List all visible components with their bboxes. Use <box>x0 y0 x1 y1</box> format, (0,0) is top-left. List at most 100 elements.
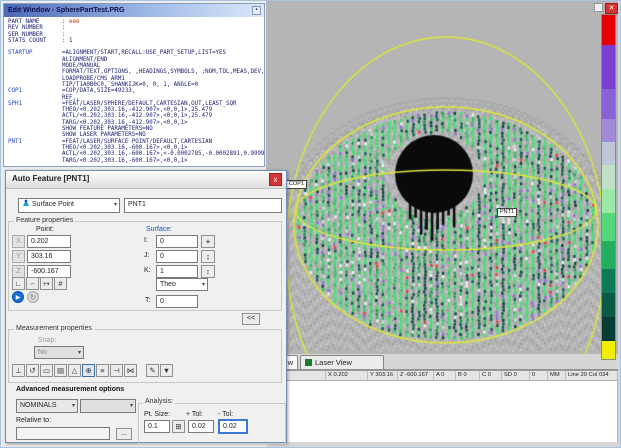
scale-segment <box>602 189 615 213</box>
scale-segment <box>602 119 615 142</box>
pt-size-input[interactable]: 0.1 <box>144 420 170 433</box>
bottom-panel <box>266 380 618 442</box>
scale-segment <box>602 293 615 317</box>
rotate-icon[interactable]: ↺ <box>26 364 39 377</box>
scale-segment <box>602 341 615 359</box>
j-value-input[interactable]: 0 <box>156 250 198 263</box>
grid-icon[interactable]: # <box>54 277 67 290</box>
t-label: T: <box>145 297 150 304</box>
status-cell: B 0 <box>456 371 480 380</box>
clamp-icon[interactable]: ⊣ <box>110 364 123 377</box>
y-axis-button[interactable]: Y <box>12 250 25 263</box>
view-close-icon[interactable]: ✕ <box>605 3 618 14</box>
angle-scan-icon[interactable]: △ <box>68 364 81 377</box>
scale-segment <box>602 241 615 269</box>
x-value-input[interactable]: 0.202 <box>27 235 71 248</box>
snap-dropdown[interactable]: No ▾ <box>34 346 84 359</box>
status-cell: Y 303.16 <box>368 371 398 380</box>
cop1-label: COP1 <box>286 180 307 189</box>
chevron-down-icon: ▾ <box>202 279 205 291</box>
dialog-title[interactable]: Auto Feature [PNT1] <box>6 171 286 189</box>
pt-size-icon-button[interactable]: ⊞ <box>172 420 185 433</box>
dialog-close-icon[interactable]: x <box>269 173 282 186</box>
auto-feature-dialog: Auto Feature [PNT1] x Surface Point ▾ PN… <box>5 170 287 443</box>
analysis-label: Analysis: <box>143 398 175 405</box>
secondary-dropdown[interactable]: ▾ <box>80 399 136 413</box>
status-cell: C 0 <box>480 371 502 380</box>
chevron-down-icon: ▾ <box>114 199 117 211</box>
tab-laser-view[interactable]: Laser View <box>300 355 384 369</box>
code-area[interactable]: PART NAME: eeeREV NUMBER: SER NUMBER: ST… <box>4 17 264 166</box>
surface-point-icon <box>22 199 30 207</box>
i-value-input[interactable]: 0 <box>156 235 198 248</box>
view-tab-bar: ew Laser View <box>266 354 618 370</box>
point-cloud-canvas[interactable] <box>266 1 618 354</box>
find-noms-icon[interactable]: ⌢ <box>26 277 39 290</box>
surface-patch-icon[interactable]: ▤ <box>54 364 67 377</box>
deviation-color-scale <box>601 14 616 360</box>
point-label: Point: <box>36 226 54 233</box>
code-line: FORMAT/TEXT,OPTIONS, ,HEADINGS,SYMBOLS, … <box>8 69 264 75</box>
x-axis-button[interactable]: X <box>12 235 25 248</box>
code-line: TARG/<0.202,303.16,-600.167>,<0,0,1> <box>8 158 264 164</box>
box-select-icon[interactable]: ▭ <box>40 364 53 377</box>
feature-name-input[interactable]: PNT1 <box>124 198 282 213</box>
chevron-down-icon: ▾ <box>72 400 75 412</box>
tab-laser-label: Laser View <box>315 358 352 367</box>
chevron-down-icon: ▾ <box>130 400 133 412</box>
scale-segment <box>602 213 615 241</box>
status-cell: MM <box>548 371 566 380</box>
edit-window-title[interactable]: Edit Window - SpherePartTest.PRG <box>4 4 264 17</box>
j-label: J: <box>144 252 149 259</box>
pen-icon[interactable]: ✎ <box>146 364 159 377</box>
browse-button[interactable]: ... <box>116 428 132 440</box>
minus-tol-label: - Tol: <box>218 411 233 418</box>
nominals-dropdown[interactable]: NOMINALS ▾ <box>16 399 78 413</box>
view-menu-button[interactable] <box>594 3 603 12</box>
k-label: K: <box>144 267 151 274</box>
edit-window: Edit Window - SpherePartTest.PRG ▪ PART … <box>3 3 265 167</box>
probe-depth-icon[interactable]: ⊥ <box>12 364 25 377</box>
scale-segment <box>602 89 615 119</box>
edit-window-menu-button[interactable]: ▪ <box>252 6 261 15</box>
plus-tol-input[interactable]: 0.02 <box>188 420 214 433</box>
status-bar: X 0.202Y 303.16Z -600.167A 0B 0C 0SD 00M… <box>266 370 618 380</box>
avoidance-icon[interactable]: ⊕ <box>82 364 95 377</box>
pt-size-label: Pt. Size: <box>144 411 170 418</box>
align-vector-icon[interactable]: ↕ <box>201 265 215 278</box>
k-value-input[interactable]: 1 <box>156 265 198 278</box>
filter-icon[interactable]: ▼ <box>160 364 173 377</box>
i-label: I: <box>144 237 148 244</box>
application-window: COP1 PNT1 ✕ ew Laser View X 0.202Y 303.1… <box>0 0 621 448</box>
plus-tol-label: + Tol: <box>186 411 203 418</box>
feature-type-dropdown[interactable]: Surface Point ▾ <box>18 198 120 213</box>
status-cell: A 0 <box>434 371 456 380</box>
execute-button[interactable]: ▶ <box>12 291 24 303</box>
status-cell: SD 0 <box>502 371 530 380</box>
regenerate-button[interactable]: ↻ <box>27 291 39 303</box>
scale-segment <box>602 269 615 293</box>
minus-tol-input[interactable]: 0.02 <box>218 419 248 434</box>
gnomon-icon[interactable]: ∟ <box>12 277 25 290</box>
status-cell: X 0.202 <box>326 371 368 380</box>
status-cell: Line 29 Col 034 <box>566 371 618 380</box>
status-cell: 0 <box>530 371 548 380</box>
graphics-view[interactable]: COP1 PNT1 ✕ <box>266 1 618 354</box>
relative-to-label: Relative to: <box>16 417 51 424</box>
flip-vector-icon[interactable]: ↨ <box>201 250 215 263</box>
theo-dropdown[interactable]: Theo ▾ <box>156 278 208 291</box>
scale-segment <box>602 142 615 165</box>
measure-order-icon[interactable]: ↦ <box>40 277 53 290</box>
y-value-input[interactable]: 303.16 <box>27 250 71 263</box>
mesh-icon[interactable]: ⋈ <box>124 364 137 377</box>
collapse-button[interactable]: << <box>242 313 260 325</box>
levels-icon[interactable]: ≡ <box>96 364 109 377</box>
relative-to-input[interactable] <box>16 427 110 440</box>
status-cell: Z -600.167 <box>398 371 434 380</box>
chevron-down-icon: ▾ <box>78 347 81 359</box>
t-value-input[interactable]: 0 <box>156 295 198 308</box>
snap-label: Snap: <box>38 337 56 344</box>
pierce-point-icon[interactable]: ⌖ <box>201 235 215 248</box>
scale-segment <box>602 317 615 341</box>
scale-segment <box>602 45 615 89</box>
